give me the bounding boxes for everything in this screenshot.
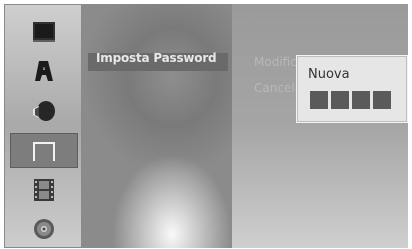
sidebar-item-movie[interactable] <box>10 172 78 207</box>
pin-digit <box>331 91 349 109</box>
pin-digit <box>373 91 391 109</box>
pin-entry[interactable] <box>310 91 391 109</box>
menu-item-set-password[interactable]: Imposta Password <box>96 51 217 65</box>
lock-icon <box>33 141 55 161</box>
sidebar-item-display[interactable] <box>10 14 78 49</box>
language-icon <box>35 60 53 81</box>
disc-icon <box>34 218 54 239</box>
sidebar-item-audio[interactable] <box>10 92 78 127</box>
screen-icon <box>33 21 55 42</box>
audio-icon <box>33 100 55 121</box>
sidebar-item-disc[interactable] <box>10 211 78 246</box>
sidebar-item-language[interactable] <box>10 53 78 88</box>
film-icon <box>34 178 54 201</box>
pin-digit <box>352 91 370 109</box>
sidebar-item-lock[interactable] <box>10 133 78 168</box>
menu-panel <box>82 4 232 248</box>
popup-title: Nuova <box>308 67 350 82</box>
submenu-panel: Modifica Cancella <box>232 4 408 248</box>
settings-screen: Imposta Password Modifica Cancella Nuova <box>0 0 412 249</box>
pin-digit <box>310 91 328 109</box>
new-password-popup: Nuova <box>297 56 407 122</box>
category-sidebar <box>4 4 82 248</box>
